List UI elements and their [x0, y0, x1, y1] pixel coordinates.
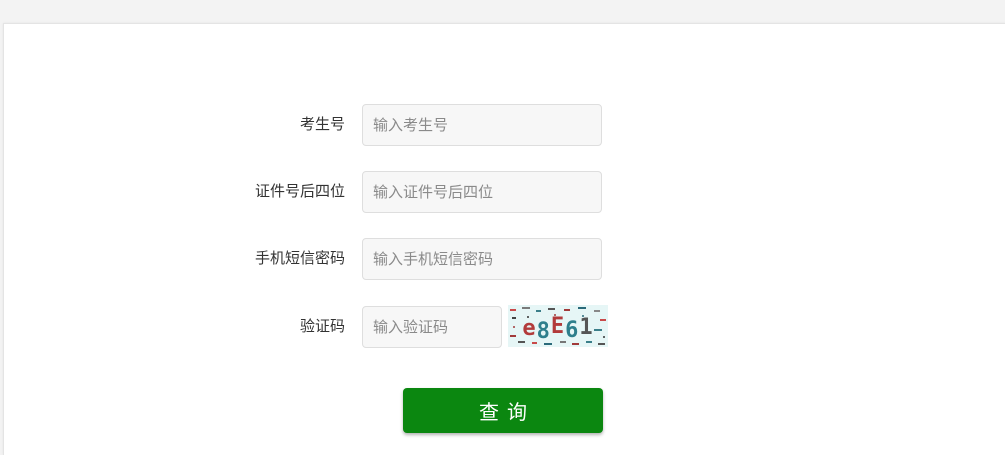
- captcha-label: 验证码: [299, 317, 345, 335]
- captcha-glyph: E: [551, 314, 565, 339]
- id-last-four-field[interactable]: [362, 171, 602, 213]
- captcha-glyph: 8: [537, 319, 551, 344]
- query-button[interactable]: 查询: [403, 388, 603, 433]
- captcha-image[interactable]: e8E61: [508, 305, 608, 347]
- candidate-number-field[interactable]: [362, 104, 602, 146]
- captcha-glyph: 1: [579, 315, 593, 340]
- captcha-field[interactable]: [362, 306, 502, 348]
- id-last-four-label: 证件号后四位: [254, 182, 345, 200]
- captcha-row: 验证码: [145, 305, 345, 347]
- sms-password-input[interactable]: [363, 239, 601, 279]
- candidate-number-row: 考生号: [145, 103, 345, 145]
- sms-password-row: 手机短信密码: [145, 237, 345, 279]
- sms-password-label: 手机短信密码: [254, 249, 345, 267]
- id-last-four-input[interactable]: [363, 172, 601, 212]
- captcha-input[interactable]: [363, 307, 501, 347]
- candidate-number-label: 考生号: [299, 115, 345, 133]
- captcha-glyph: e: [522, 316, 536, 341]
- id-last-four-row: 证件号后四位: [145, 170, 345, 212]
- sms-password-field[interactable]: [362, 238, 602, 280]
- captcha-glyph: 6: [565, 318, 579, 343]
- candidate-number-input[interactable]: [363, 105, 601, 145]
